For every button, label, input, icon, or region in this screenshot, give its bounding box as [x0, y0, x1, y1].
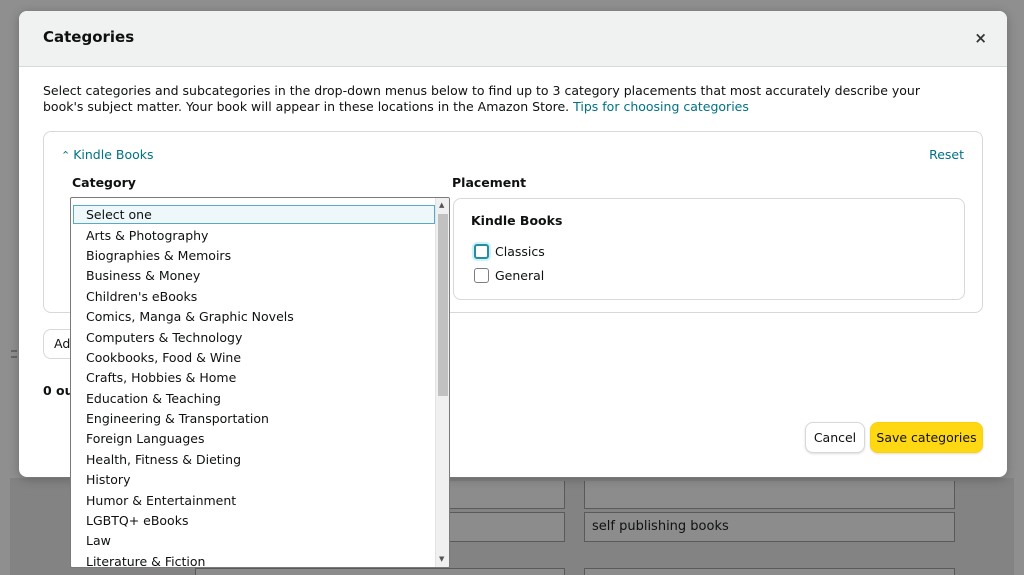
cancel-button[interactable]: Cancel — [805, 422, 865, 453]
modal-description: Select categories and subcategories in t… — [43, 83, 963, 115]
dropdown-option[interactable]: Crafts, Hobbies & Home — [73, 368, 435, 387]
dropdown-option[interactable]: Business & Money — [73, 266, 435, 285]
placement-column-label: Placement — [452, 175, 527, 190]
placement-title: Kindle Books — [471, 213, 563, 228]
dropdown-option-select-one[interactable]: Select one — [73, 205, 435, 224]
dropdown-option[interactable]: Literature & Fiction — [73, 552, 435, 567]
kindle-books-toggle-label: Kindle Books — [73, 147, 154, 162]
dropdown-option[interactable]: Arts & Photography — [73, 226, 435, 245]
tips-link[interactable]: Tips for choosing categories — [573, 99, 749, 114]
scrollbar-thumb[interactable] — [438, 214, 448, 396]
dropdown-option[interactable]: Children's eBooks — [73, 287, 435, 306]
dropdown-option[interactable]: Computers & Technology — [73, 328, 435, 347]
background-keyword-field-2 — [584, 481, 955, 509]
kindle-books-toggle[interactable]: ⌃ Kindle Books — [61, 147, 154, 162]
dropdown-option[interactable]: Biographies & Memoirs — [73, 246, 435, 265]
dropdown-scrollbar[interactable]: ▲ ▼ — [435, 198, 449, 567]
background-keyword-field-4: self publishing books — [584, 512, 955, 542]
chevron-up-icon: ⌃ — [61, 149, 71, 162]
scroll-down-arrow-icon[interactable]: ▼ — [439, 555, 444, 563]
close-icon[interactable]: × — [974, 29, 987, 47]
dropdown-option[interactable]: Cookbooks, Food & Wine — [73, 348, 435, 367]
modal-header: Categories × — [19, 11, 1007, 67]
category-dropdown-list[interactable]: Select one Arts & Photography Biographie… — [70, 197, 450, 568]
placement-box: Kindle Books Classics General — [453, 198, 965, 300]
placement-option-classics[interactable]: Classics — [474, 244, 545, 259]
dropdown-option[interactable]: Education & Teaching — [73, 389, 435, 408]
dropdown-option[interactable]: Health, Fitness & Dieting — [73, 450, 435, 469]
dropdown-option[interactable]: Foreign Languages — [73, 429, 435, 448]
modal-title: Categories — [43, 28, 135, 46]
dropdown-option[interactable]: LGBTQ+ eBooks — [73, 511, 435, 530]
dropdown-option[interactable]: Comics, Manga & Graphic Novels — [73, 307, 435, 326]
classics-label: Classics — [495, 244, 545, 259]
general-checkbox[interactable] — [474, 268, 489, 283]
scroll-up-arrow-icon[interactable]: ▲ — [439, 201, 444, 209]
save-categories-button[interactable]: Save categories — [870, 422, 983, 453]
dropdown-option[interactable]: Engineering & Transportation — [73, 409, 435, 428]
description-text: Select categories and subcategories in t… — [43, 83, 920, 114]
placement-option-general[interactable]: General — [474, 268, 544, 283]
background-keyword-field-5 — [195, 568, 565, 575]
background-handle — [11, 350, 17, 358]
general-label: General — [495, 268, 545, 283]
dropdown-option[interactable]: Humor & Entertainment — [73, 491, 435, 510]
reset-link[interactable]: Reset — [929, 147, 964, 162]
background-keyword-field-6 — [584, 568, 955, 575]
dropdown-option[interactable]: History — [73, 470, 435, 489]
dropdown-option[interactable]: Law — [73, 531, 435, 550]
category-column-label: Category — [72, 175, 136, 190]
classics-checkbox[interactable] — [474, 244, 489, 259]
